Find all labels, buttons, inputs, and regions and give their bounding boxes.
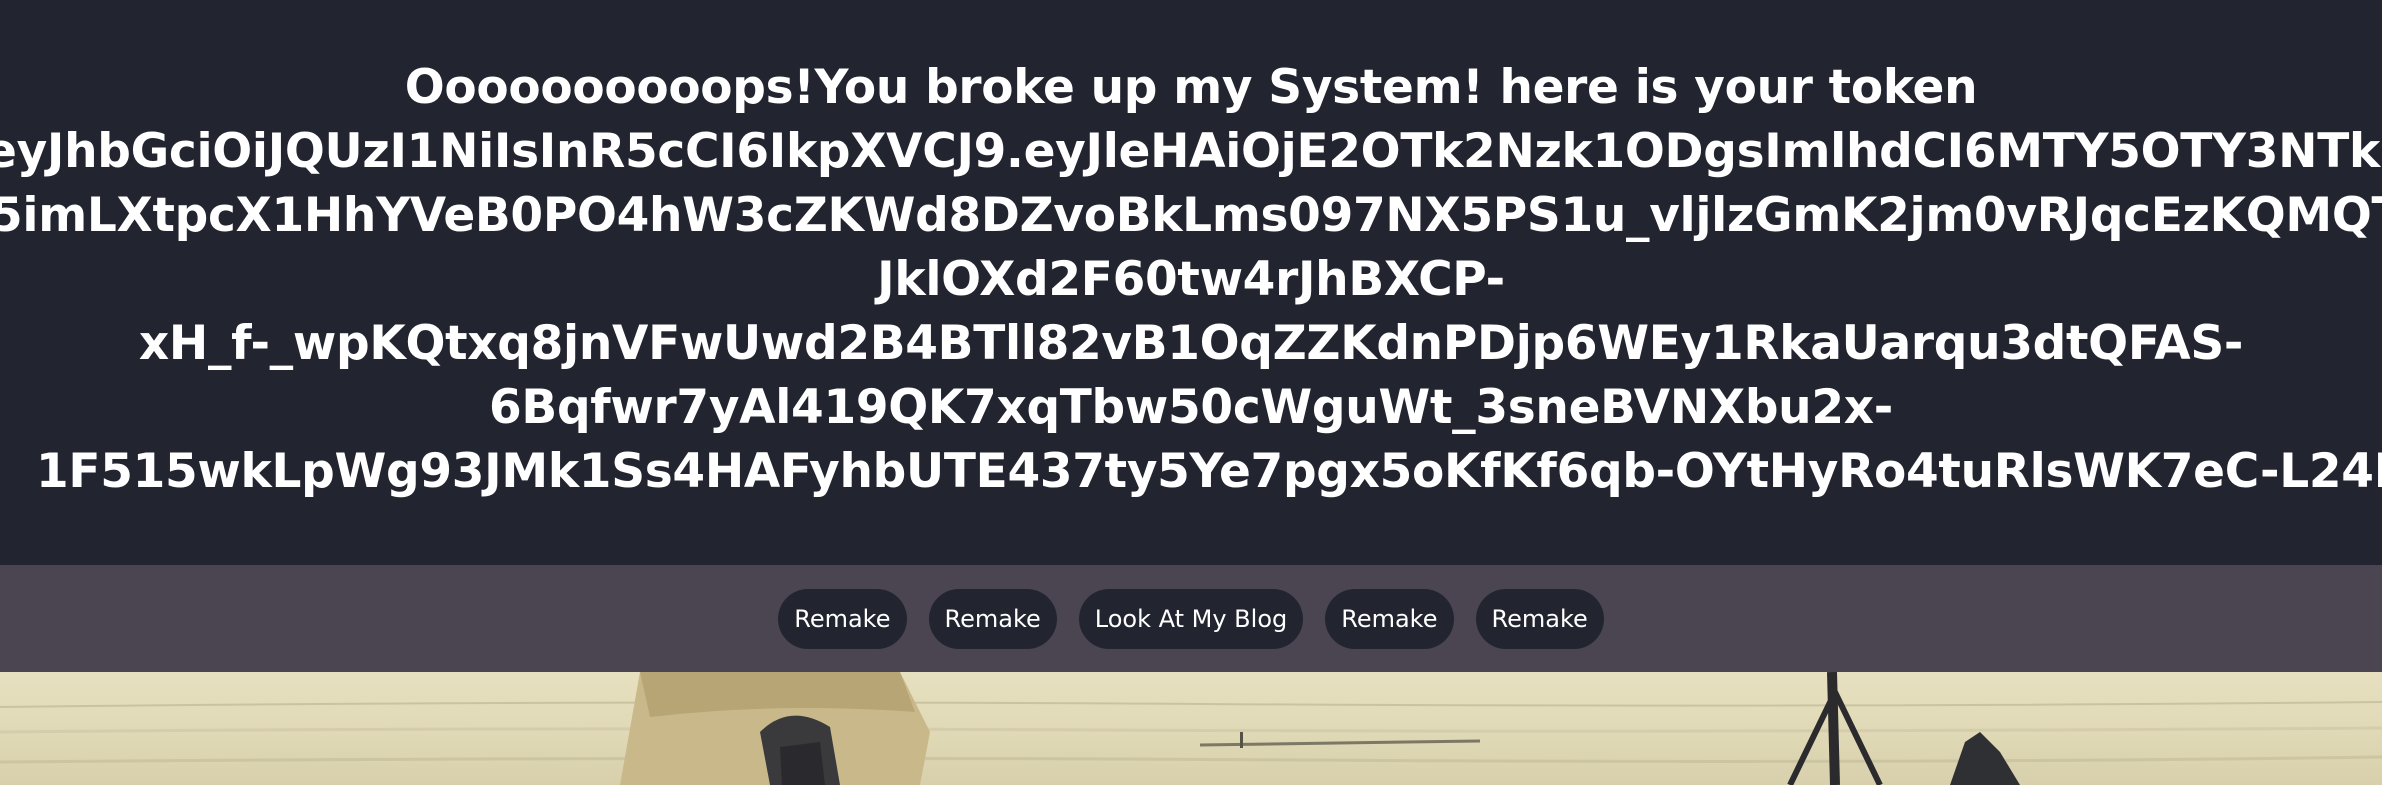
button-bar: Remake Remake Look At My Blog Remake Rem…	[0, 565, 2382, 672]
token-line-1: eyJhbGciOiJQUzI1NiIsInR5cCI6IkpXVCJ9.eyJ…	[0, 124, 2382, 179]
painting-image	[0, 672, 2382, 785]
message-header: Oooooooooops!You broke up my System! her…	[0, 0, 2382, 565]
blog-button[interactable]: Look At My Blog	[1078, 588, 1304, 649]
token-line-6: 1F515wkLpWg93JMk1Ss4HAFyhbUTE437ty5Ye7pg…	[36, 444, 2382, 499]
token-line-3: JklOXd2F60tw4rJhBXCP-	[877, 252, 1505, 307]
error-title: Oooooooooops!You broke up my System! her…	[404, 60, 1978, 115]
remake-button-1[interactable]: Remake	[778, 588, 907, 649]
remake-button-3[interactable]: Remake	[1325, 588, 1454, 649]
remake-button-4[interactable]: Remake	[1475, 588, 1604, 649]
token-line-2: 5imLXtpcX1HhYVeB0PO4hW3cZKWd8DZvoBkLms09…	[0, 188, 2382, 243]
background-artwork	[0, 672, 2382, 785]
remake-button-2[interactable]: Remake	[928, 588, 1057, 649]
token-line-5: 6Bqfwr7yAl419QK7xqTbw50cWguWt_3sneBVNXbu…	[489, 380, 1893, 435]
token-line-4: xH_f-_wpKQtxq8jnVFwUwd2B4BTll82vB1OqZZKd…	[138, 316, 2244, 371]
